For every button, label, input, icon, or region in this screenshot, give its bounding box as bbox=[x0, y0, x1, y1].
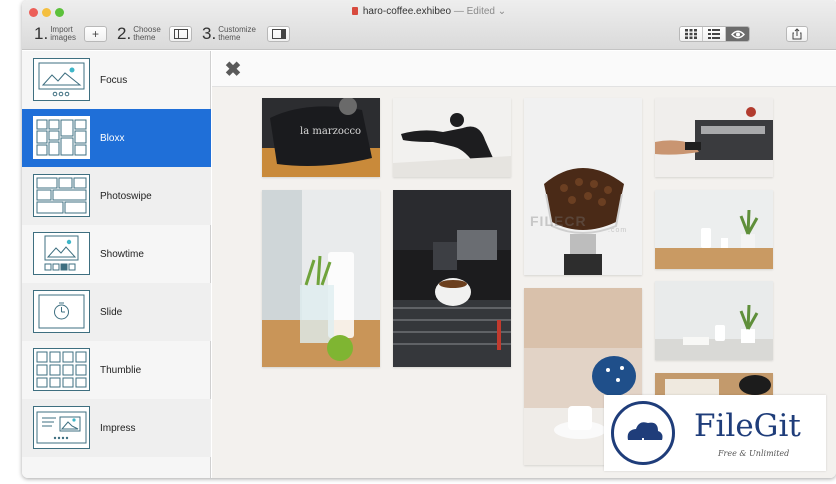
theme-item-bloxx[interactable]: Bloxx bbox=[22, 109, 211, 167]
view-mode-control bbox=[679, 26, 750, 42]
theme-name: Photoswipe bbox=[100, 190, 152, 202]
theme-sidebar: Focus Bloxx Photoswipe Showtime Slide Th… bbox=[22, 51, 211, 478]
filegit-badge: FileGit Free & Unlimited bbox=[604, 395, 826, 471]
theme-name: Thumblie bbox=[100, 364, 142, 376]
choose-theme-button[interactable] bbox=[169, 26, 192, 42]
theme-item-impress[interactable]: Impress bbox=[22, 399, 211, 457]
edited-status: — Edited bbox=[453, 6, 495, 17]
showtime-theme-thumbnail bbox=[33, 232, 90, 275]
list-view-icon[interactable] bbox=[703, 27, 726, 41]
svg-text:la marzocco: la marzocco bbox=[300, 126, 361, 137]
title-bar: haro-coffee.exhibeo — Edited ⌄ 1. Import… bbox=[22, 0, 836, 50]
thumblie-theme-thumbnail bbox=[33, 348, 90, 391]
watermark-sub: .com bbox=[608, 227, 628, 234]
gallery-photo-plant-notebook[interactable] bbox=[655, 281, 773, 360]
document-icon bbox=[351, 7, 358, 15]
theme-item-thumblie[interactable]: Thumblie bbox=[22, 341, 211, 399]
focus-theme-thumbnail bbox=[33, 58, 90, 101]
share-button[interactable] bbox=[786, 26, 808, 42]
theme-name: Showtime bbox=[100, 248, 144, 260]
customize-theme-button[interactable] bbox=[267, 26, 290, 42]
slide-theme-thumbnail bbox=[33, 290, 90, 333]
photoswipe-theme-thumbnail bbox=[33, 174, 90, 217]
step-customize-theme[interactable]: 3. Customize theme bbox=[202, 24, 256, 44]
watermark-text: FILECR .com bbox=[530, 213, 628, 234]
step-number: 2. bbox=[117, 24, 132, 43]
document-title[interactable]: haro-coffee.exhibeo — Edited ⌄ bbox=[22, 6, 836, 17]
document-name: haro-coffee.exhibeo bbox=[362, 6, 452, 17]
filegit-logo-icon bbox=[611, 401, 675, 465]
step-label: Import images bbox=[50, 25, 76, 42]
theme-name: Slide bbox=[100, 306, 123, 318]
grid-view-icon[interactable] bbox=[680, 27, 703, 41]
preview-toolbar: ✖ bbox=[212, 51, 836, 87]
theme-item-slide[interactable]: Slide bbox=[22, 283, 211, 341]
step-number: 3. bbox=[202, 24, 217, 43]
badge-name: FileGit bbox=[694, 408, 801, 444]
bloxx-theme-thumbnail bbox=[33, 116, 90, 159]
gallery-photo-espresso-machine[interactable] bbox=[393, 190, 511, 367]
gallery-photo-barista-tamping[interactable] bbox=[655, 98, 773, 177]
preview-eye-icon[interactable] bbox=[726, 27, 749, 41]
step-number: 1. bbox=[34, 24, 49, 43]
badge-tagline: Free & Unlimited bbox=[718, 449, 790, 458]
theme-name: Impress bbox=[100, 422, 136, 434]
share-icon bbox=[792, 28, 802, 40]
theme-name: Bloxx bbox=[100, 132, 125, 144]
gallery-photo-woman-phone[interactable] bbox=[393, 98, 511, 177]
sidebar-panel-icon bbox=[173, 29, 188, 39]
title-chevron-icon: ⌄ bbox=[497, 6, 507, 17]
close-preview-icon[interactable]: ✖ bbox=[220, 56, 246, 82]
gallery-photo-glass-pitcher[interactable] bbox=[262, 190, 380, 367]
theme-item-photoswipe[interactable]: Photoswipe bbox=[22, 167, 211, 225]
step-import-images[interactable]: 1. Import images bbox=[34, 24, 84, 44]
add-images-button[interactable]: + bbox=[84, 26, 107, 42]
gallery-photo-plant-table[interactable] bbox=[655, 190, 773, 269]
step-label: Choose theme bbox=[133, 25, 161, 42]
theme-name: Focus bbox=[100, 74, 128, 86]
gallery-photo-marzocco-apron[interactable]: la marzocco bbox=[262, 98, 380, 177]
impress-theme-thumbnail bbox=[33, 406, 90, 449]
theme-item-focus[interactable]: Focus bbox=[22, 51, 211, 109]
theme-item-showtime[interactable]: Showtime bbox=[22, 225, 211, 283]
gallery-photo-coffee-beans-grinder[interactable] bbox=[524, 98, 642, 275]
step-choose-theme[interactable]: 2. Choose theme bbox=[117, 24, 167, 44]
step-label: Customize theme bbox=[218, 25, 256, 42]
inspector-panel-icon bbox=[271, 29, 286, 39]
